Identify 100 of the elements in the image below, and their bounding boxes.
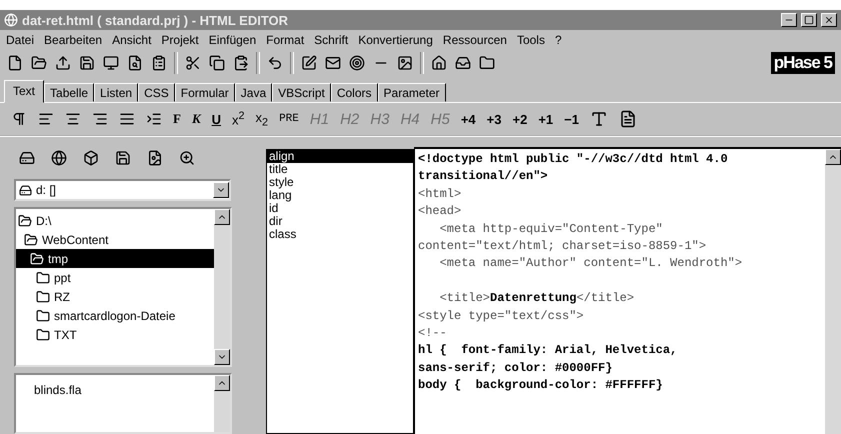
image-icon[interactable]: [396, 54, 414, 72]
tab[interactable]: Parameter: [378, 83, 446, 102]
tab[interactable]: CSS: [138, 83, 175, 102]
box-icon[interactable]: [82, 149, 100, 167]
format-button[interactable]: +2: [511, 112, 528, 126]
format-button[interactable]: x$_{2}$: [254, 110, 270, 128]
code-text: content="text/html; charset=iso-8859-1">: [418, 238, 706, 253]
open-folder-icon: [24, 232, 38, 246]
new-file-icon[interactable]: [6, 54, 24, 72]
close-button[interactable]: [821, 13, 837, 27]
folder-item[interactable]: WebContent: [16, 230, 214, 249]
format-button[interactable]: U: [210, 112, 222, 126]
folder-icon: [36, 270, 50, 284]
folder-item[interactable]: TXT: [16, 325, 214, 344]
disk-icon[interactable]: [114, 149, 132, 167]
maximize-button[interactable]: [801, 13, 817, 27]
format-button[interactable]: +3: [486, 112, 502, 126]
format-button[interactable]: +4: [460, 112, 477, 126]
scroll-up-button[interactable]: [214, 375, 230, 391]
scroll-down-button[interactable]: [214, 349, 230, 365]
format-button[interactable]: −1: [563, 112, 580, 126]
tab[interactable]: Java: [234, 83, 272, 102]
menu-item[interactable]: Schrift: [314, 33, 348, 47]
tab[interactable]: Formular: [174, 83, 235, 102]
window-title: dat-ret.html ( standard.prj ) - HTML EDITOR: [22, 12, 290, 28]
pen-icon[interactable]: [300, 54, 318, 72]
folder-icon: [36, 328, 50, 342]
drive-icon: [19, 184, 32, 196]
folder-icon: [36, 290, 50, 304]
code-text: </title>: [576, 291, 634, 306]
tab[interactable]: VBScript: [272, 83, 331, 102]
drive-select[interactable]: d: []: [14, 179, 231, 201]
open-folder-icon: [18, 214, 32, 228]
code-editor[interactable]: [414, 147, 841, 434]
folder-item[interactable]: RZ: [16, 287, 214, 306]
scroll-up-button[interactable]: [214, 209, 230, 225]
monitor-icon[interactable]: [102, 54, 120, 72]
code-text: <title>: [438, 291, 490, 306]
tab[interactable]: Tabelle: [44, 83, 94, 102]
menu-item[interactable]: Datei: [6, 33, 34, 47]
menu-item[interactable]: Format: [266, 33, 304, 47]
upload-icon[interactable]: [54, 54, 72, 72]
code-text: <head>: [418, 204, 462, 218]
menu-item[interactable]: Einfügen: [208, 33, 256, 47]
clipboard-icon[interactable]: [150, 54, 168, 72]
menu-item[interactable]: Tools: [516, 33, 545, 47]
code-text: <!doctype html public "-//w3c//dtd html 4.0: [418, 152, 728, 166]
file-item[interactable]: blinds.fla: [34, 383, 214, 397]
folder-icon: [36, 308, 50, 322]
globe-icon: [4, 13, 18, 27]
tab[interactable]: Listen: [94, 83, 138, 102]
code-text: hl { font-family: Arial, Helvetica,: [418, 343, 678, 358]
scrollbar[interactable]: [214, 209, 230, 365]
folder-item[interactable]: smartcardlogon-Dateie: [16, 306, 214, 325]
code-text: <!--: [418, 326, 447, 340]
paste-icon[interactable]: [232, 54, 250, 72]
preview-icon[interactable]: [126, 54, 144, 72]
format-button[interactable]: PRE: [278, 113, 300, 125]
menu-item[interactable]: Projekt: [161, 33, 199, 47]
copy-icon[interactable]: [208, 54, 226, 72]
scrollbar[interactable]: [825, 149, 841, 434]
folder-icon[interactable]: [30, 54, 48, 72]
code-text: <meta http-equiv="Content-Type": [438, 222, 663, 236]
format-button[interactable]: +1: [537, 112, 554, 126]
zoom-icon[interactable]: [178, 149, 196, 167]
menu-item[interactable]: Bearbeiten: [44, 33, 102, 47]
tab[interactable]: Colors: [330, 83, 378, 102]
globe-icon[interactable]: [50, 149, 68, 167]
menu-item[interactable]: Ressourcen: [442, 33, 507, 47]
code-text: sans-serif; color: #0000FF}: [418, 360, 612, 375]
folder-icon[interactable]: [478, 54, 496, 72]
code-text: body { background-color: #FFFFFF}: [418, 378, 663, 392]
minimize-button[interactable]: [781, 13, 797, 27]
home-icon[interactable]: [430, 54, 448, 72]
save-icon[interactable]: [78, 54, 96, 72]
dropdown-button[interactable]: [213, 182, 229, 198]
menu-item[interactable]: Konvertierung: [358, 33, 433, 47]
cut-icon[interactable]: [184, 54, 202, 72]
code-text: <meta name="Author" content="L. Wendroth">: [438, 256, 742, 270]
menu-item[interactable]: Ansicht: [112, 33, 152, 47]
tab[interactable]: Text: [4, 80, 44, 103]
code-text: transitional//en">: [418, 169, 548, 184]
format-button[interactable]: K: [190, 111, 202, 127]
tray-icon[interactable]: [454, 54, 472, 72]
folder-item[interactable]: tmp: [16, 249, 214, 268]
format-button[interactable]: x$^{2}$: [231, 110, 246, 128]
folder-item[interactable]: D:\: [16, 211, 214, 230]
format-button[interactable]: F: [172, 111, 182, 127]
scroll-up-button[interactable]: [825, 149, 841, 165]
maximize-icon: [804, 15, 814, 25]
folder-item[interactable]: ppt: [16, 268, 214, 287]
drive-icon[interactable]: [18, 149, 36, 167]
image-file-icon[interactable]: [146, 149, 164, 167]
target-icon[interactable]: [348, 54, 366, 72]
undo-icon[interactable]: [266, 54, 284, 72]
mail-icon[interactable]: [324, 54, 342, 72]
menu-item[interactable]: ?: [554, 33, 562, 47]
attribute-item[interactable]: align: [267, 150, 413, 163]
open-folder-icon: [30, 252, 44, 266]
code-text: <style type="text/css">: [418, 308, 584, 323]
